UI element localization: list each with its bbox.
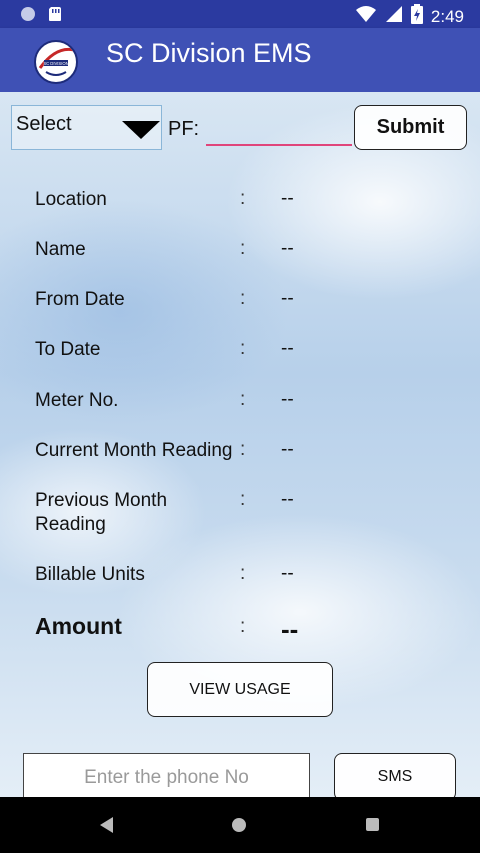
field-value: -- bbox=[281, 489, 294, 510]
field-label: Location bbox=[35, 189, 107, 210]
navigation-bar bbox=[0, 797, 480, 853]
field-label: From Date bbox=[35, 289, 125, 310]
circle-icon bbox=[20, 6, 36, 27]
home-icon[interactable] bbox=[232, 818, 246, 832]
field-colon: : bbox=[240, 439, 246, 460]
field-colon: : bbox=[240, 389, 246, 410]
dropdown-arrow-icon bbox=[122, 121, 160, 139]
app-logo: SC DIVISION bbox=[34, 40, 78, 84]
field-value: -- bbox=[281, 439, 294, 460]
amount-colon: : bbox=[240, 616, 246, 637]
field-label: Meter No. bbox=[35, 390, 119, 411]
app-bar: SC DIVISION SC Division EMS bbox=[0, 28, 480, 92]
field-colon: : bbox=[240, 338, 246, 359]
type-select[interactable]: Select bbox=[11, 105, 162, 150]
select-label: Select bbox=[16, 113, 72, 135]
phone-input[interactable] bbox=[23, 753, 310, 797]
field-colon: : bbox=[240, 188, 246, 209]
pf-input[interactable] bbox=[206, 112, 352, 146]
field-value: -- bbox=[281, 389, 294, 410]
field-label: Previous Month Reading bbox=[35, 490, 168, 535]
pf-label: PF: bbox=[168, 118, 200, 140]
view-usage-button[interactable]: VIEW USAGE bbox=[147, 662, 333, 717]
sms-button[interactable]: SMS bbox=[334, 753, 456, 797]
wifi-icon bbox=[355, 5, 377, 28]
logo-text: SC DIVISION bbox=[43, 61, 68, 66]
sd-card-icon bbox=[48, 6, 62, 27]
field-colon: : bbox=[240, 489, 246, 510]
signal-icon bbox=[385, 5, 403, 28]
field-colon: : bbox=[240, 238, 246, 259]
field-colon: : bbox=[240, 288, 246, 309]
submit-button[interactable]: Submit bbox=[354, 105, 467, 150]
field-value: -- bbox=[281, 288, 294, 309]
field-label: Billable Units bbox=[35, 564, 145, 585]
field-label: Name bbox=[35, 239, 86, 260]
field-value: -- bbox=[281, 338, 294, 359]
battery-icon bbox=[410, 4, 423, 29]
recents-icon[interactable] bbox=[366, 818, 379, 831]
app-title: SC Division EMS bbox=[106, 38, 312, 68]
field-label: Current Month Reading bbox=[35, 440, 233, 461]
field-label: To Date bbox=[35, 339, 101, 360]
field-value: -- bbox=[281, 563, 294, 584]
status-bar: 2:49 bbox=[0, 0, 480, 28]
main-content: Select PF: Submit Location : -- Name : -… bbox=[0, 92, 480, 797]
field-colon: : bbox=[240, 563, 246, 584]
amount-value: -- bbox=[281, 614, 299, 644]
back-icon[interactable] bbox=[100, 817, 113, 833]
field-value: -- bbox=[281, 188, 294, 209]
field-value: -- bbox=[281, 238, 294, 259]
amount-label: Amount bbox=[35, 613, 122, 639]
status-time: 2:49 bbox=[430, 6, 464, 26]
